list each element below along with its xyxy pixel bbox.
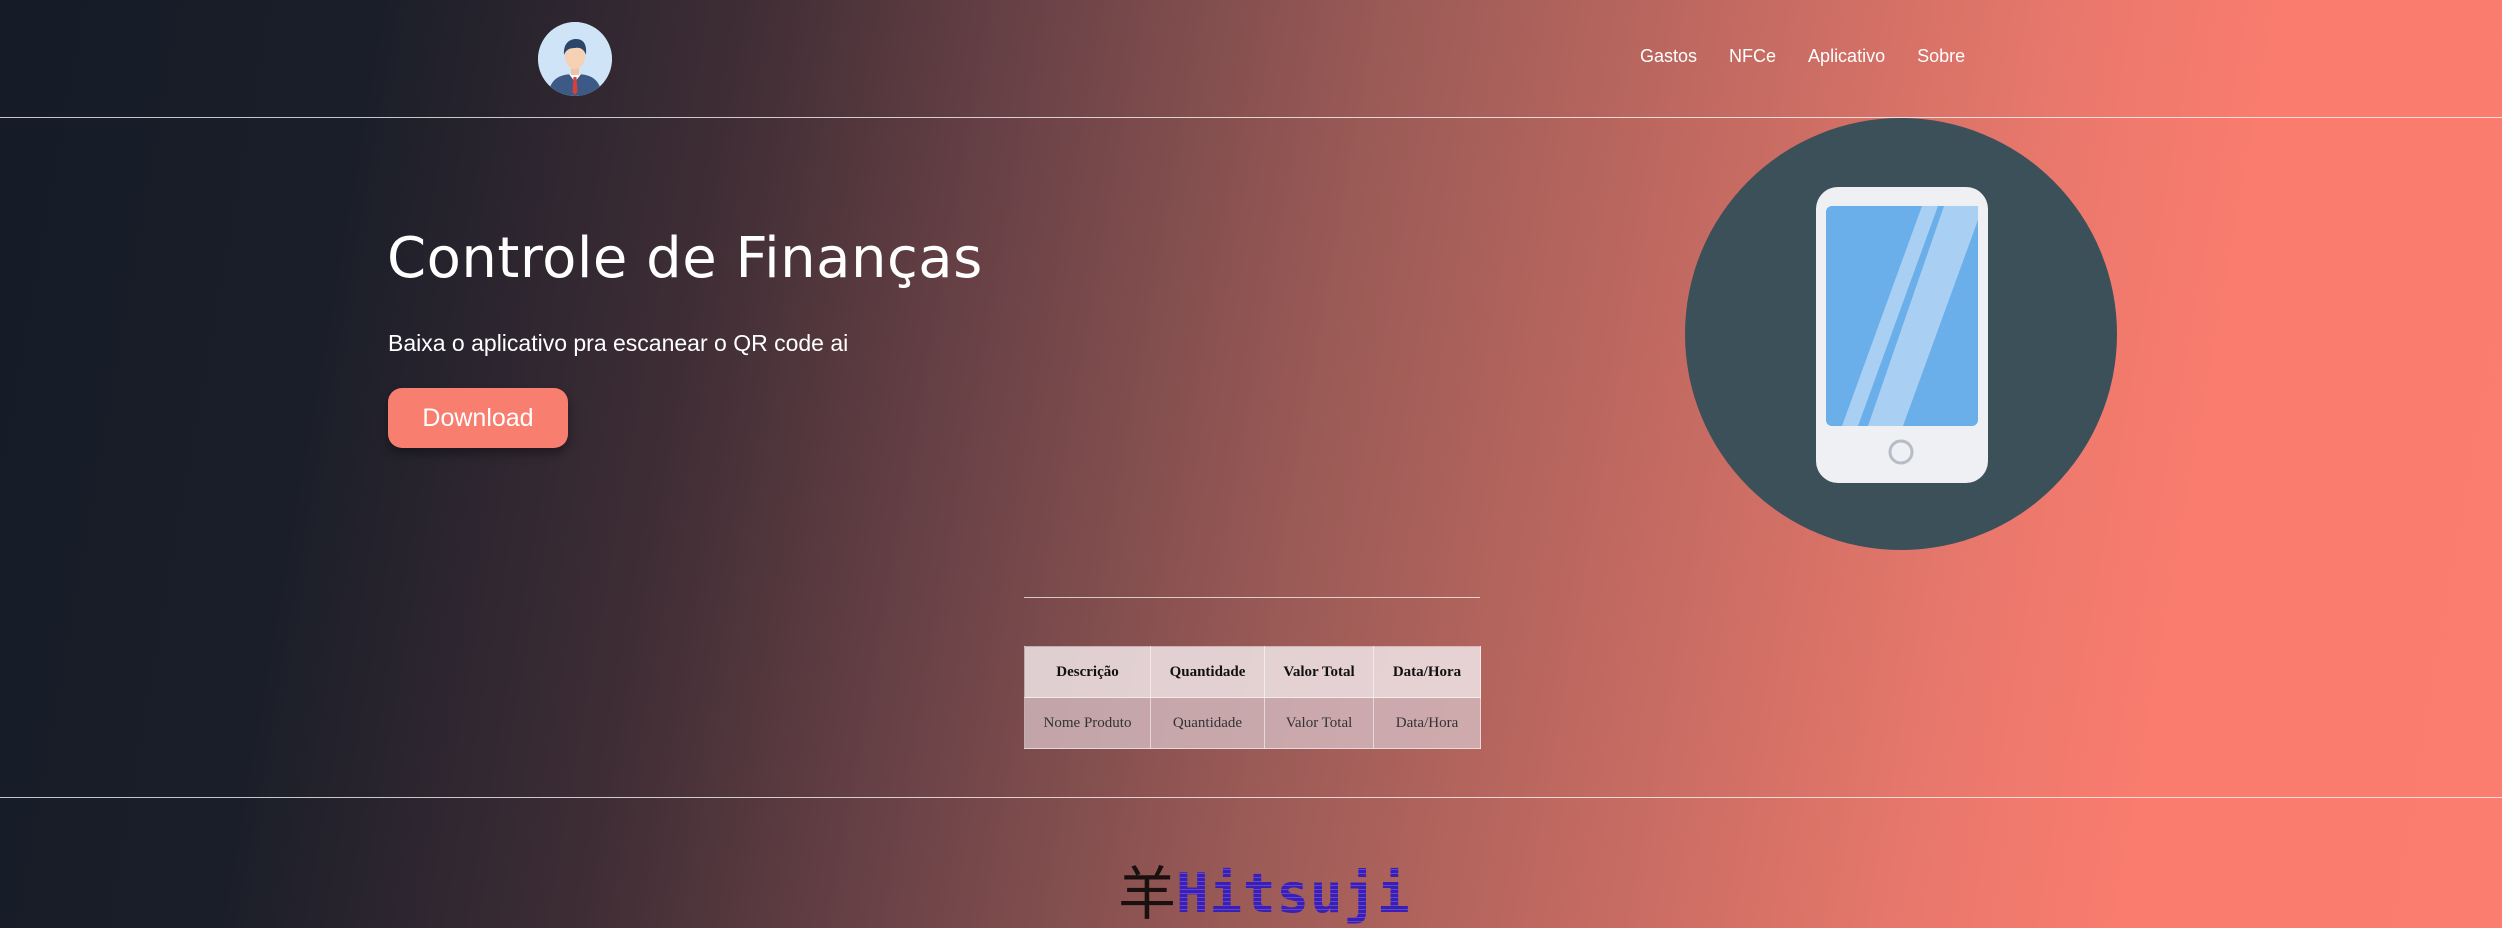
table-row: Nome Produto Quantidade Valor Total Data…: [1024, 697, 1481, 749]
download-button[interactable]: Download: [388, 388, 568, 448]
hero-subtitle: Baixa o aplicativo pra escanear o QR cod…: [388, 330, 849, 356]
avatar[interactable]: [538, 22, 612, 96]
table-cell: Nome Produto: [1024, 697, 1151, 749]
site-header: Gastos NFCe Aplicativo Sobre: [0, 0, 2502, 118]
table-cell: Data/Hora: [1373, 697, 1481, 749]
nav-link-aplicativo[interactable]: Aplicativo: [1808, 46, 1885, 67]
main-nav: Gastos NFCe Aplicativo Sobre: [1640, 46, 1997, 67]
footer-divider: [0, 797, 2502, 798]
column-header-valor-total: Valor Total: [1264, 646, 1374, 698]
table-header-row: Descrição Quantidade Valor Total Data/Ho…: [1024, 646, 1481, 698]
footer-logo[interactable]: 羊Hitsuji: [1118, 862, 1411, 928]
footer-logo-kanji: 羊: [1118, 862, 1177, 928]
businessman-avatar-icon: [538, 22, 612, 96]
footer-logo-text: Hitsuji: [1176, 862, 1411, 925]
table-cell: Quantidade: [1150, 697, 1265, 749]
column-header-descricao: Descrição: [1024, 646, 1151, 698]
section-divider: [1024, 597, 1480, 598]
expenses-table: Descrição Quantidade Valor Total Data/Ho…: [1024, 646, 1481, 749]
smartphone-icon: [1816, 187, 1988, 483]
nav-link-nfce[interactable]: NFCe: [1729, 46, 1776, 67]
phone-illustration: [1685, 118, 2117, 550]
nav-link-gastos[interactable]: Gastos: [1640, 46, 1697, 67]
column-header-quantidade: Quantidade: [1150, 646, 1265, 698]
nav-link-sobre[interactable]: Sobre: [1917, 46, 1965, 67]
page-title: Controle de Finanças: [387, 226, 983, 291]
column-header-data-hora: Data/Hora: [1373, 646, 1481, 698]
header-divider: [0, 117, 2502, 118]
table-cell: Valor Total: [1264, 697, 1374, 749]
